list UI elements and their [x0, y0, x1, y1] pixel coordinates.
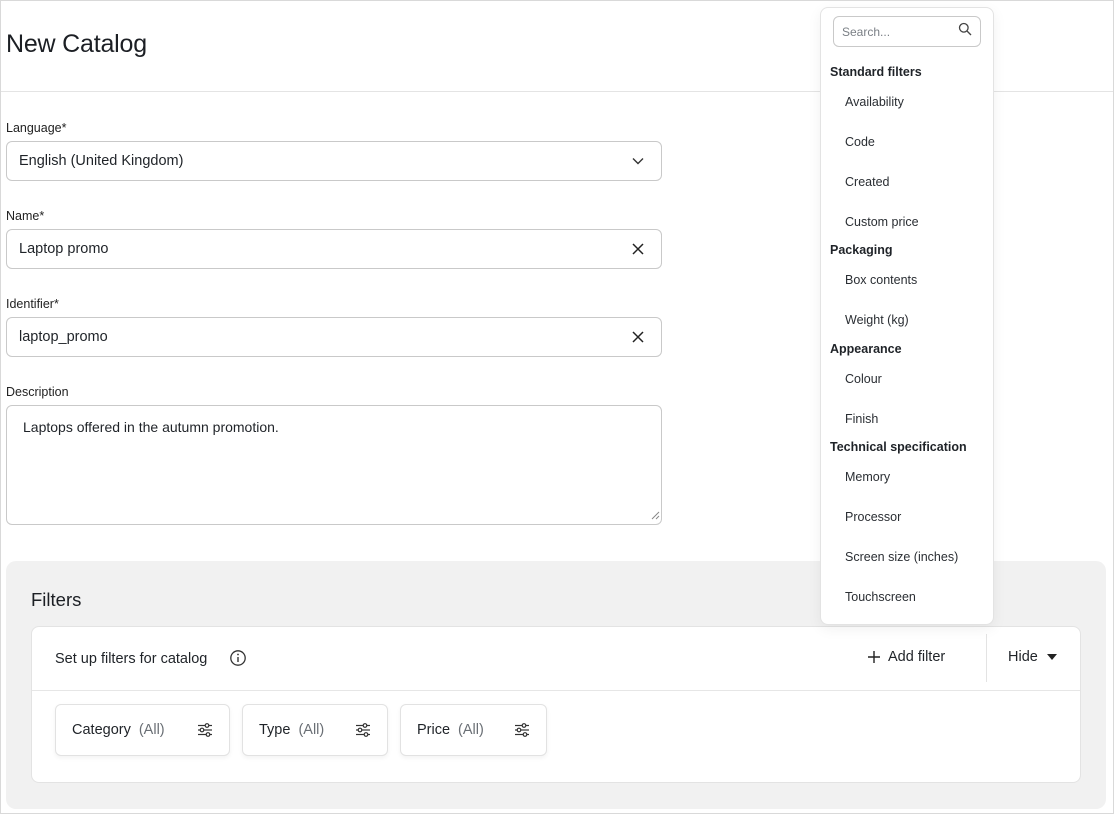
plus-icon	[868, 651, 880, 663]
add-filter-label: Add filter	[888, 649, 946, 665]
group-standard-filters: Standard filters	[830, 65, 922, 79]
filter-chip-type[interactable]: Type (All)	[242, 704, 388, 756]
option-finish[interactable]: Finish	[845, 412, 878, 426]
sliders-icon[interactable]	[514, 723, 530, 737]
filter-chip-category[interactable]: Category (All)	[55, 704, 230, 756]
language-select[interactable]: English (United Kingdom)	[6, 141, 662, 181]
resize-grip-icon[interactable]	[651, 507, 660, 523]
caret-down-icon	[1046, 654, 1057, 660]
option-touchscreen[interactable]: Touchscreen	[845, 590, 916, 604]
search-icon	[958, 22, 972, 41]
chevron-down-icon	[627, 150, 649, 172]
name-label: Name*	[6, 209, 45, 223]
name-value: Laptop promo	[19, 241, 109, 257]
setup-filters-label: Set up filters for catalog	[55, 651, 208, 667]
option-availability[interactable]: Availability	[845, 95, 904, 109]
info-icon[interactable]	[229, 649, 247, 672]
hide-label: Hide	[1008, 649, 1038, 665]
language-label: Language*	[6, 121, 67, 135]
chip-value: (All)	[458, 722, 484, 738]
identifier-label: Identifier*	[6, 297, 59, 311]
new-catalog-page: New Catalog Language* English (United Ki…	[0, 0, 1114, 814]
chip-name: Price	[417, 722, 451, 738]
add-filter-button[interactable]: Add filter	[867, 649, 945, 665]
filter-chip-price[interactable]: Price (All)	[400, 704, 547, 756]
group-technical-specification: Technical specification	[830, 440, 967, 454]
description-textarea[interactable]: Laptops offered in the autumn promotion.	[6, 405, 662, 525]
option-colour[interactable]: Colour	[845, 372, 882, 386]
sliders-icon[interactable]	[197, 723, 213, 737]
language-value: English (United Kingdom)	[19, 153, 184, 169]
clear-identifier-close-icon[interactable]	[627, 326, 649, 348]
option-created[interactable]: Created	[845, 175, 889, 189]
name-field[interactable]: Laptop promo	[6, 229, 662, 269]
group-packaging: Packaging	[830, 243, 893, 257]
option-memory[interactable]: Memory	[845, 470, 890, 484]
chip-value: (All)	[138, 722, 165, 738]
option-processor[interactable]: Processor	[845, 510, 901, 524]
identifier-value: laptop_promo	[19, 329, 108, 345]
option-custom-price[interactable]: Custom price	[845, 215, 919, 229]
option-code[interactable]: Code	[845, 135, 875, 149]
description-label: Description	[6, 385, 69, 399]
clear-name-close-icon[interactable]	[627, 238, 649, 260]
option-box-contents[interactable]: Box contents	[845, 273, 917, 287]
description-value: Laptops offered in the autumn promotion.	[23, 419, 279, 435]
sliders-icon[interactable]	[355, 723, 371, 737]
option-screen-size[interactable]: Screen size (inches)	[845, 550, 958, 564]
group-appearance: Appearance	[830, 342, 902, 356]
chip-name: Type	[259, 722, 291, 738]
hide-button[interactable]: Hide	[1008, 649, 1057, 665]
search-placeholder: Search...	[842, 24, 891, 39]
chip-value: (All)	[298, 722, 325, 738]
filters-card: Set up filters for catalog Add filter Hi…	[31, 626, 1081, 783]
chip-name: Category	[72, 722, 131, 738]
header-separator	[986, 634, 987, 682]
filters-card-header: Set up filters for catalog Add filter Hi…	[32, 627, 1080, 691]
identifier-field[interactable]: laptop_promo	[6, 317, 662, 357]
filters-title: Filters	[31, 589, 82, 610]
page-title: New Catalog	[6, 30, 147, 58]
option-weight[interactable]: Weight (kg)	[845, 313, 909, 327]
add-filter-dropdown: Search... Standard filters Availability …	[820, 7, 994, 625]
filter-search-input[interactable]: Search...	[833, 16, 981, 47]
